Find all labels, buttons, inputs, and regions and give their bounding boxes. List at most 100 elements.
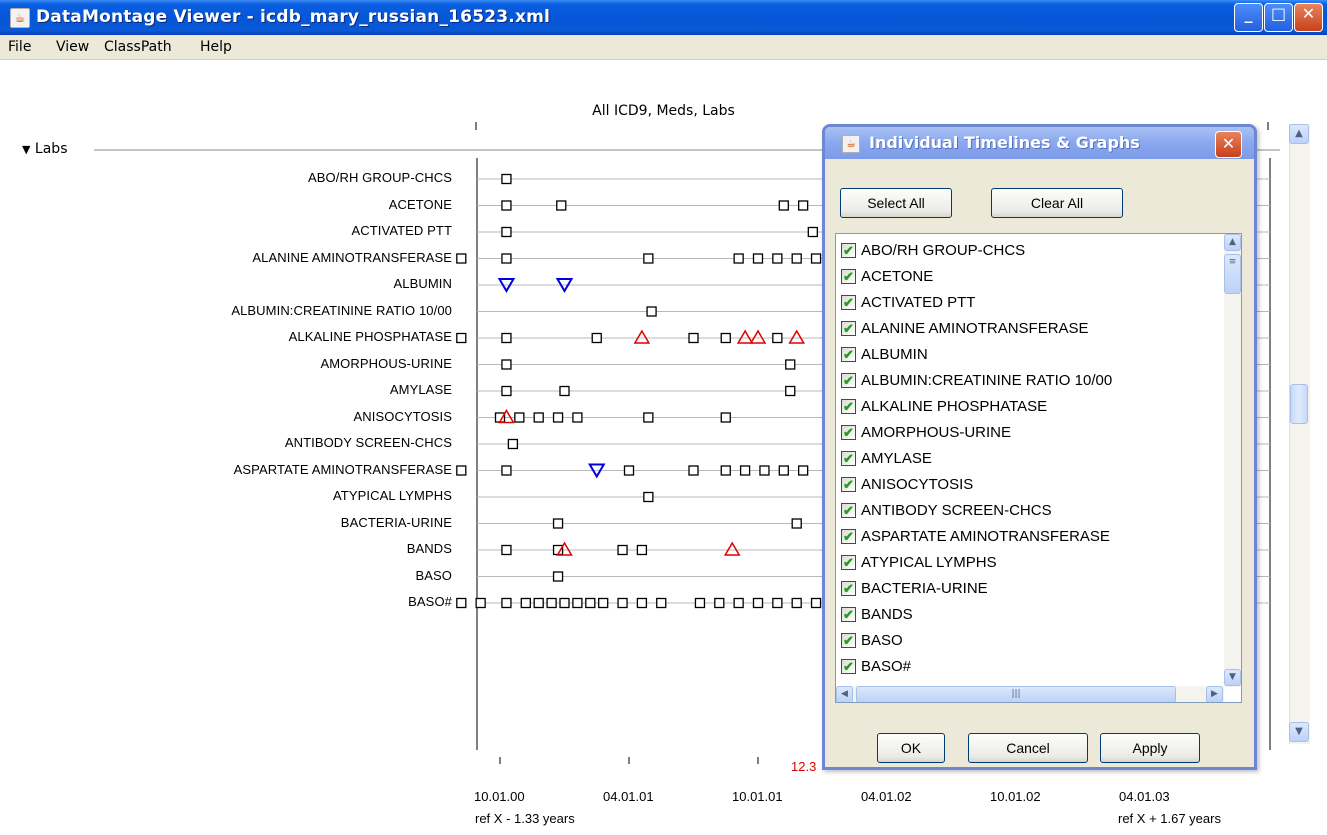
checkbox-label: ATYPICAL LYMPHS	[861, 554, 997, 571]
list-horizontal-scrollbar[interactable]: ◀ ||| ▶	[836, 686, 1224, 702]
checkbox-label: ALKALINE PHOSPHATASE	[861, 398, 1048, 415]
menu-view[interactable]: View	[56, 39, 89, 55]
checkbox-checked-icon[interactable]: ✔	[841, 373, 856, 388]
list-scroll-up-button[interactable]: ▲	[1224, 234, 1241, 251]
high-triangle-marker	[633, 329, 651, 344]
minimize-button[interactable]: _	[1234, 3, 1263, 32]
checkbox-checked-icon[interactable]: ✔	[841, 529, 856, 544]
list-hscroll-thumb[interactable]: |||	[856, 686, 1176, 702]
high-triangle-marker	[788, 329, 806, 344]
checkbox-checked-icon[interactable]: ✔	[841, 659, 856, 674]
normal-square-marker	[778, 465, 789, 476]
cursor-date-label: 12.3	[791, 759, 817, 774]
normal-square-marker	[688, 465, 699, 476]
checkbox-checked-icon[interactable]: ✔	[841, 425, 856, 440]
normal-square-marker	[456, 332, 467, 344]
row-label: AMYLASE	[389, 382, 452, 397]
menu-help[interactable]: Help	[200, 39, 232, 55]
normal-square-marker	[752, 253, 764, 264]
close-button[interactable]: ✕	[1294, 3, 1323, 32]
normal-square-marker	[552, 518, 564, 529]
normal-square-marker	[785, 359, 796, 370]
scroll-down-button[interactable]: ▼	[1289, 722, 1309, 742]
list-scroll-right-button[interactable]: ▶	[1206, 686, 1223, 702]
dialog-title-bar[interactable]: ☕ Individual Timelines & Graphs ✕	[825, 127, 1254, 159]
normal-square-marker	[720, 332, 731, 344]
normal-square-marker	[501, 173, 512, 185]
high-triangle-marker	[749, 329, 767, 344]
app-window: ☕ DataMontage Viewer - icdb_mary_russian…	[0, 0, 1327, 835]
list-scroll-thumb[interactable]: ≡	[1224, 254, 1241, 294]
minimize-icon: _	[1244, 4, 1253, 23]
x-tick-label: 04.01.03	[1119, 789, 1170, 804]
checkbox-checked-icon[interactable]: ✔	[841, 503, 856, 518]
checkbox-checked-icon[interactable]: ✔	[841, 399, 856, 414]
normal-square-marker	[559, 385, 570, 397]
checkbox-label: BACTERIA-URINE	[861, 580, 988, 597]
checkbox-label: AMYLASE	[861, 450, 932, 467]
dialog-close-button[interactable]: ✕	[1215, 131, 1242, 158]
checkbox-checked-icon[interactable]: ✔	[841, 581, 856, 596]
normal-square-marker	[556, 200, 567, 211]
scroll-up-button[interactable]: ▲	[1289, 124, 1309, 144]
normal-square-marker	[791, 597, 802, 609]
checkbox-checked-icon[interactable]: ✔	[841, 555, 856, 570]
clear-all-button[interactable]: Clear All	[991, 188, 1123, 218]
checkbox-label: ACTIVATED PTT	[861, 294, 976, 311]
row-label: ASPARTATE AMINOTRANSFERASE	[233, 461, 452, 477]
normal-square-marker	[520, 597, 531, 609]
checkbox-checked-icon[interactable]: ✔	[841, 451, 856, 466]
normal-square-marker	[546, 597, 557, 609]
high-triangle-marker	[723, 541, 741, 556]
checkbox-checked-icon[interactable]: ✔	[841, 295, 856, 310]
checkbox-checked-icon[interactable]: ✔	[841, 633, 856, 648]
normal-square-marker	[501, 385, 512, 397]
individual-timelines-dialog: ☕ Individual Timelines & Graphs ✕ Select…	[822, 124, 1257, 770]
java-app-icon[interactable]: ☕	[10, 8, 30, 28]
normal-square-marker	[585, 597, 596, 609]
normal-square-marker	[810, 597, 822, 609]
ok-button[interactable]: OK	[877, 733, 945, 763]
title-bar[interactable]: ☕ DataMontage Viewer - icdb_mary_russian…	[0, 0, 1327, 35]
normal-square-marker	[733, 253, 744, 264]
normal-square-marker	[533, 597, 544, 609]
checkbox-checked-icon[interactable]: ✔	[841, 347, 856, 362]
timeline-checkbox-list: ✔ ABO/RH GROUP-CHCS ✔ ACETONE ✔ ACTIVATED PTT…	[835, 233, 1242, 703]
main-scroll-thumb[interactable]	[1290, 384, 1308, 424]
list-vertical-scrollbar[interactable]: ▲ ≡ ▼	[1224, 234, 1241, 687]
cancel-button[interactable]: Cancel	[968, 733, 1088, 763]
normal-square-marker	[501, 332, 512, 344]
list-scroll-left-button[interactable]: ◀	[836, 686, 853, 702]
checkbox-checked-icon[interactable]: ✔	[841, 607, 856, 622]
checkbox-checked-icon[interactable]: ✔	[841, 243, 856, 258]
checkbox-label: ALANINE AMINOTRANSFERASE	[861, 320, 1089, 337]
normal-square-marker	[456, 597, 467, 609]
java-dialog-icon: ☕	[842, 135, 860, 153]
main-vertical-scrollbar[interactable]	[1289, 124, 1310, 744]
normal-square-marker	[623, 465, 635, 476]
menu-classpath[interactable]: ClassPath	[104, 39, 172, 55]
close-icon: ✕	[1221, 134, 1236, 153]
normal-square-marker	[733, 597, 744, 609]
select-all-button[interactable]: Select All	[840, 188, 952, 218]
normal-square-marker	[501, 200, 512, 211]
row-label: ALANINE AMINOTRANSFERASE	[252, 249, 452, 265]
checkbox-label: BANDS	[861, 606, 913, 623]
checkbox-label: ABO/RH GROUP-CHCS	[861, 242, 1026, 259]
dialog-title: Individual Timelines & Graphs	[869, 133, 1140, 152]
row-label: ATYPICAL LYMPHS	[332, 488, 452, 503]
window-title: DataMontage Viewer - icdb_mary_russian_1…	[36, 7, 551, 27]
menu-file[interactable]: File	[8, 39, 31, 55]
checkbox-checked-icon[interactable]: ✔	[841, 477, 856, 492]
x-tick-label: 04.01.01	[603, 789, 654, 804]
checkbox-label: ANISOCYTOSIS	[861, 476, 974, 493]
checkbox-checked-icon[interactable]: ✔	[841, 321, 856, 336]
list-scroll-down-button[interactable]: ▼	[1224, 669, 1241, 686]
apply-button[interactable]: Apply	[1100, 733, 1200, 763]
normal-square-marker	[501, 253, 512, 264]
normal-square-marker	[572, 412, 583, 423]
maximize-button[interactable]: □	[1264, 3, 1293, 32]
checkbox-label: BASO#	[861, 658, 912, 675]
normal-square-marker	[559, 597, 570, 609]
checkbox-checked-icon[interactable]: ✔	[841, 269, 856, 284]
